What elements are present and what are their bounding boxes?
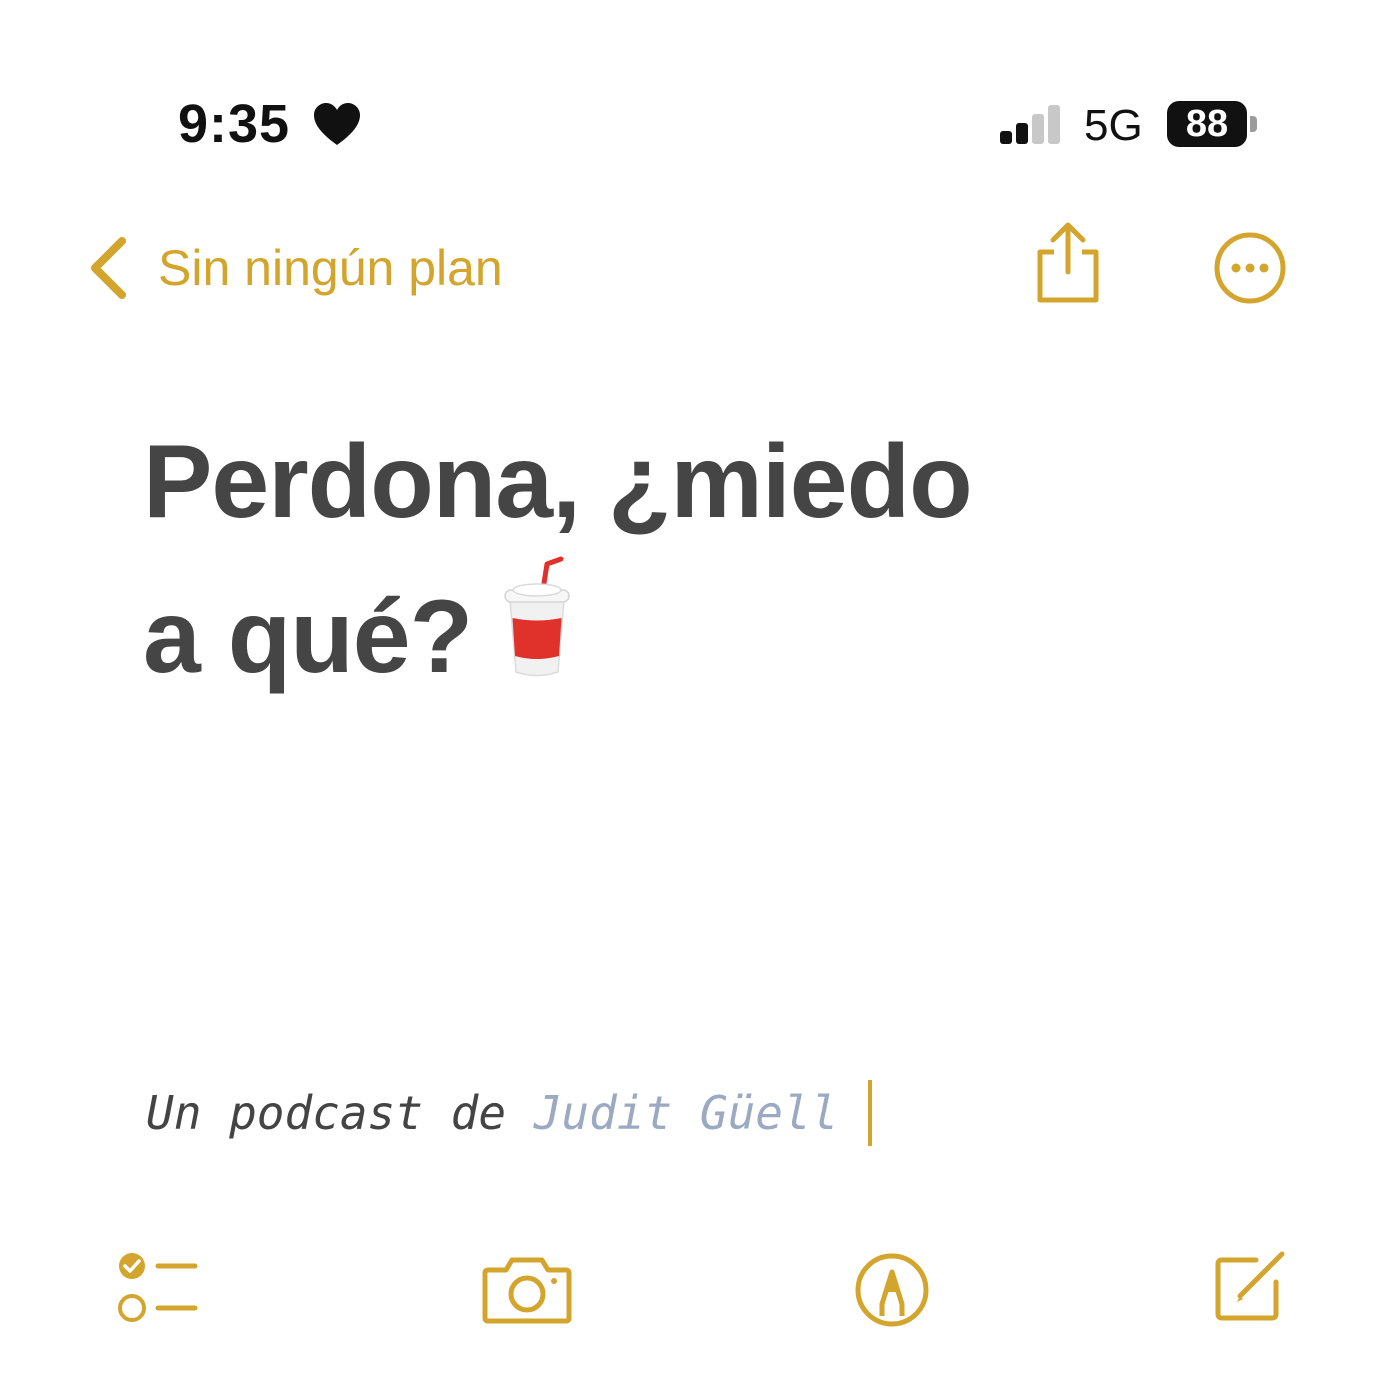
chevron-left-icon (86, 235, 130, 301)
checklist-button[interactable] (112, 1250, 202, 1330)
compose-button[interactable] (1210, 1246, 1290, 1326)
checklist-icon (112, 1250, 202, 1330)
back-label: Sin ningún plan (158, 240, 503, 296)
ellipsis-circle-icon (1210, 230, 1290, 310)
compose-icon (1210, 1246, 1290, 1326)
note-title-line-2: a qué? (143, 579, 473, 695)
status-time: 9:35 (178, 94, 291, 154)
camera-icon (480, 1252, 574, 1326)
cellular-signal-icon (998, 103, 1066, 145)
note-body-prefix: Un podcast de (146, 1086, 534, 1140)
note-title-line-1: Perdona, ¿miedo (143, 424, 973, 540)
note-title[interactable]: Perdona, ¿miedo a qué? (143, 408, 1193, 711)
text-cursor (868, 1080, 873, 1146)
heart-icon (313, 103, 361, 147)
camera-button[interactable] (480, 1252, 574, 1326)
back-button[interactable]: Sin ningún plan (86, 228, 503, 308)
network-type: 5G (1084, 101, 1143, 150)
battery-icon: 88 (1167, 101, 1247, 147)
markup-button[interactable] (852, 1252, 932, 1332)
note-body[interactable]: Un podcast de Judit Güell (146, 1078, 873, 1148)
pen-tip-circle-icon (852, 1252, 932, 1332)
share-icon (1028, 220, 1108, 310)
note-body-author: Judit Güell (533, 1086, 839, 1140)
share-button[interactable] (1028, 220, 1108, 310)
battery-cap (1250, 116, 1257, 132)
more-options-button[interactable] (1210, 230, 1290, 310)
battery-level: 88 (1185, 103, 1229, 145)
status-bar: 9:35 5G 88 (0, 0, 1400, 180)
cup-with-straw-icon (498, 556, 576, 680)
